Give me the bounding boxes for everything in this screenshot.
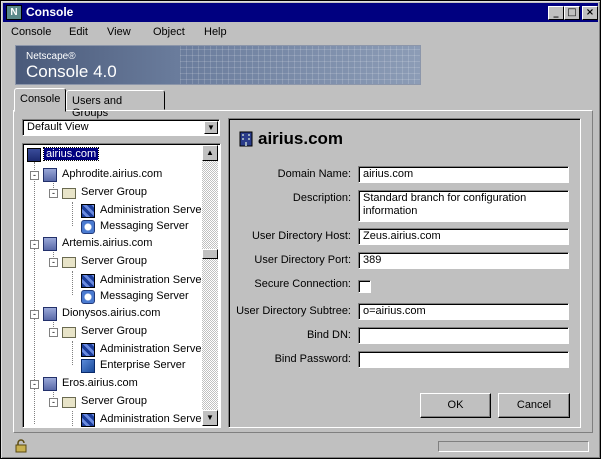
domain-name-label: Domain Name: [277, 168, 351, 180]
menu-console[interactable]: Console [11, 26, 51, 38]
status-progress-bar [438, 441, 589, 452]
enterprise-server-icon [81, 359, 95, 373]
folder-icon [62, 327, 76, 338]
host-icon [43, 377, 57, 391]
tree-item-label: Messaging Server [100, 290, 189, 302]
user-directory-host-label: User Directory Host: [251, 230, 351, 242]
tree-connector [72, 202, 73, 226]
menu-edit[interactable]: Edit [69, 26, 88, 38]
collapse-icon[interactable]: - [49, 398, 58, 407]
tree-item-label: Server Group [81, 325, 148, 337]
server-tree[interactable]: airius.com - Aphrodite.airius.com - Serv… [22, 143, 221, 428]
admin-server-icon [81, 343, 95, 357]
detail-title: airius.com [258, 129, 344, 148]
tab-console[interactable]: Console [14, 88, 66, 112]
tree-item-label: Administration Server [100, 274, 206, 286]
maximize-button[interactable]: □ [564, 6, 580, 20]
menu-help[interactable]: Help [204, 26, 227, 38]
tree-item-label: airius.com [42, 147, 100, 161]
tree-connector [72, 411, 73, 426]
user-directory-host-field[interactable]: Zeus.airius.com [358, 228, 569, 245]
folder-icon [62, 397, 76, 408]
netscape-banner: Netscape® Console 4.0 [15, 45, 421, 85]
collapse-icon[interactable]: - [30, 380, 39, 389]
tree-connector [72, 341, 73, 365]
title-bar[interactable]: N Console _ □ × [3, 3, 598, 22]
collapse-icon[interactable]: - [30, 240, 39, 249]
tree-item-label: Messaging Server [100, 220, 189, 232]
tree-item-label: Administration Server [100, 413, 206, 425]
domain-name-field[interactable]: airius.com [358, 166, 569, 183]
menu-object[interactable]: Object [153, 26, 185, 38]
admin-server-icon [81, 274, 95, 288]
bind-dn-label: Bind DN: [306, 329, 351, 341]
chevron-down-icon[interactable]: ▼ [204, 121, 218, 134]
tree-item-label: Server Group [81, 395, 148, 407]
view-select[interactable]: Default View ▼ [22, 119, 220, 136]
tree-item-label: Aphrodite.airius.com [62, 168, 163, 180]
ok-button[interactable]: OK [420, 393, 491, 418]
detail-panel [228, 118, 581, 428]
scroll-up-button[interactable]: ▲ [202, 145, 218, 161]
user-directory-port-label: User Directory Port: [254, 254, 351, 266]
menu-view[interactable]: View [107, 26, 131, 38]
folder-icon [62, 257, 76, 268]
lock-icon [15, 439, 27, 453]
tree-item-label: Enterprise Server [100, 359, 186, 371]
netscape-app-icon[interactable]: N [6, 5, 22, 20]
tree-connector [72, 271, 73, 295]
collapse-icon[interactable]: - [30, 171, 39, 180]
messaging-server-icon [81, 290, 95, 304]
secure-connection-label: Secure Connection: [254, 278, 351, 290]
collapse-icon[interactable]: - [49, 328, 58, 337]
host-icon [43, 237, 57, 251]
admin-server-icon [81, 204, 95, 218]
user-directory-subtree-label: User Directory Subtree: [236, 305, 351, 317]
banner-product: Console 4.0 [26, 62, 117, 81]
window-title: Console [26, 5, 74, 19]
bind-password-label: Bind Password: [274, 353, 351, 365]
bind-dn-field[interactable] [358, 327, 569, 344]
host-icon [43, 307, 57, 321]
close-button[interactable]: × [582, 6, 598, 20]
user-directory-subtree-field[interactable]: o=airius.com [358, 303, 569, 320]
admin-server-icon [81, 413, 95, 427]
description-field[interactable]: Standard branch for configuration inform… [358, 190, 569, 222]
minimize-button[interactable]: _ [548, 6, 564, 20]
collapse-icon[interactable]: - [30, 310, 39, 319]
cancel-button[interactable]: Cancel [498, 393, 570, 418]
messaging-server-icon [81, 220, 95, 234]
collapse-icon[interactable]: - [49, 189, 58, 198]
view-select-value: Default View [27, 121, 89, 133]
banner-pattern [180, 46, 420, 84]
scroll-down-button[interactable]: ▼ [202, 410, 218, 426]
folder-icon [62, 188, 76, 199]
collapse-icon[interactable]: - [49, 258, 58, 267]
tree-item-label: Dionysos.airius.com [62, 307, 161, 319]
banner-brand: Netscape® [26, 51, 76, 62]
tree-item-label: Server Group [81, 255, 148, 267]
description-label: Description: [292, 192, 351, 204]
secure-connection-checkbox[interactable] [358, 280, 371, 293]
tree-item-label: Eros.airius.com [62, 377, 138, 389]
tree-item-label: Administration Server [100, 343, 206, 355]
host-icon [43, 168, 57, 182]
tree-item-label: Artemis.airius.com [62, 237, 153, 249]
tree-item-label: Administration Server [100, 204, 206, 216]
domain-icon [239, 131, 253, 147]
bind-password-field[interactable] [358, 351, 569, 368]
tree-item-label: Server Group [81, 186, 148, 198]
tab-users-and-groups[interactable]: Users and Groups [66, 90, 165, 119]
menu-bar: Console Edit View Object Help [3, 23, 598, 43]
user-directory-port-field[interactable]: 389 [358, 252, 569, 269]
domain-icon [27, 148, 41, 162]
console-window: N Console _ □ × Console Edit View Object… [0, 0, 601, 459]
